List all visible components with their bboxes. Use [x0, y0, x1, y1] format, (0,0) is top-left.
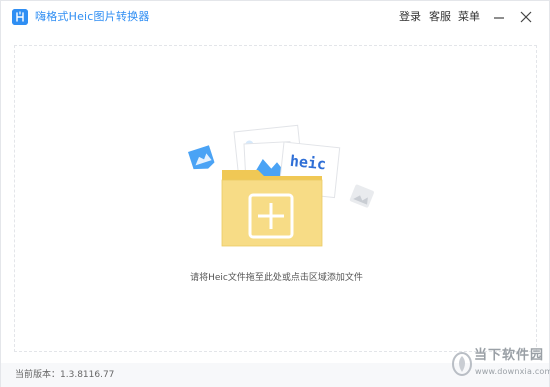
- heic-card-label: heic: [289, 152, 327, 174]
- drop-hint-text: 请将Heic文件拖至此处或点击区域添加文件: [190, 273, 363, 283]
- version-label: 当前版本：: [15, 370, 61, 380]
- title-bar: 嗨格式Heic图片转换器 登录 客服 菜单: [1, 1, 549, 35]
- app-window: 嗨格式Heic图片转换器 登录 客服 菜单 heic 请将Heic文件拖至此处或…: [0, 0, 550, 387]
- app-title: 嗨格式Heic图片转换器: [35, 10, 150, 23]
- file-drop-zone[interactable]: heic 请将Heic文件拖至此处或点击区域添加文件: [14, 45, 537, 352]
- version-value: 1.3.8116.77: [60, 370, 115, 380]
- site-watermark: 当下软件园 www.downxia.com: [451, 346, 550, 387]
- floating-photo-icon-right: [349, 184, 374, 208]
- drop-illustration: heic: [188, 124, 374, 247]
- close-icon: [520, 11, 532, 23]
- minimize-icon: [494, 17, 504, 19]
- version-info: 当前版本：1.3.8116.77: [15, 369, 114, 381]
- watermark-logo-icon: [452, 352, 472, 376]
- support-button[interactable]: 客服: [429, 10, 451, 24]
- folder-icon: [221, 170, 323, 247]
- menu-button[interactable]: 菜单: [458, 10, 480, 24]
- close-button[interactable]: [517, 8, 535, 26]
- minimize-button[interactable]: [490, 8, 508, 26]
- floating-photo-icon-left: [188, 145, 215, 170]
- app-logo-icon: [12, 9, 28, 25]
- login-button[interactable]: 登录: [399, 10, 421, 24]
- watermark-title: 当下软件园: [474, 348, 545, 363]
- watermark-url: www.downxia.com: [475, 367, 550, 376]
